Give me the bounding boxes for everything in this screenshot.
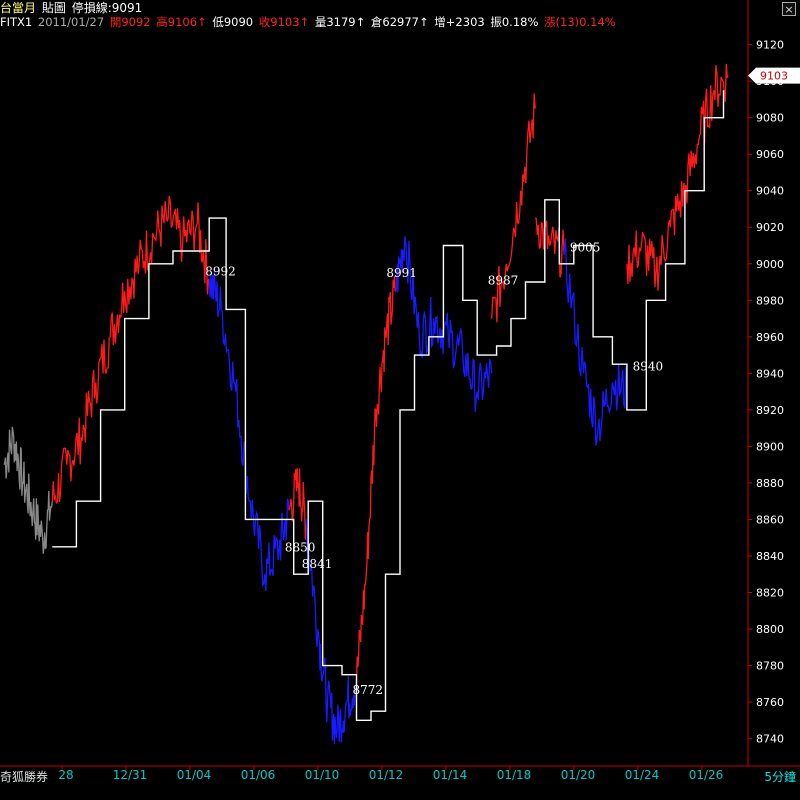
price-chart[interactable]: 8740 8760 8780 8800 8820 8840 8860 8880 8900 8920… (0, 0, 800, 800)
y-tick-label: 8900 (756, 440, 784, 453)
price-series-line (491, 93, 536, 323)
y-tick-label: 8740 (756, 733, 784, 746)
extreme-price-label: 9005 (570, 241, 601, 255)
extreme-price-label: 8841 (302, 557, 333, 571)
x-tick-label: 12/31 (113, 768, 148, 782)
price-series-line (288, 468, 307, 540)
y-tick-label: 9020 (756, 221, 784, 234)
extreme-price-label: 8991 (386, 266, 417, 280)
y-tick-label: 8940 (756, 367, 784, 380)
price-series-line (563, 238, 628, 446)
x-tick-label: 01/06 (241, 768, 276, 782)
extreme-price-label: 8772 (353, 683, 384, 697)
y-tick-label: 8800 (756, 623, 784, 636)
extreme-price-label: 8940 (633, 359, 664, 373)
x-tick-label: 28 (58, 768, 73, 782)
last-price-label: 9103 (760, 70, 788, 83)
y-tick-label: 8780 (756, 660, 784, 673)
y-tick-label: 9000 (756, 258, 784, 271)
y-tick-label: 9040 (756, 185, 784, 198)
price-series-line (3, 426, 53, 554)
y-tick-label: 8880 (756, 477, 784, 490)
y-tick-label: 8860 (756, 513, 784, 526)
y-tick-label: 8760 (756, 696, 784, 709)
x-tick-label: 01/14 (433, 768, 468, 782)
y-tick-label: 8960 (756, 331, 784, 344)
price-series-line (51, 195, 210, 505)
y-tick-label: 8840 (756, 550, 784, 563)
extreme-price-label: 8987 (488, 274, 519, 288)
period-label[interactable]: 5分鐘 (764, 768, 796, 785)
x-tick-label: 01/20 (561, 768, 596, 782)
price-series-line (208, 270, 290, 592)
price-series-line (355, 275, 396, 681)
y-tick-label: 8820 (756, 587, 784, 600)
x-tick-label: 01/24 (625, 768, 660, 782)
price-series-line (626, 64, 729, 291)
x-tick-label: 01/10 (305, 768, 340, 782)
stop-loss-line (52, 90, 725, 721)
extreme-price-label: 8992 (205, 264, 236, 278)
x-tick-label: 01/26 (689, 768, 724, 782)
x-tick-label: 01/12 (369, 768, 404, 782)
y-tick-label: 9120 (756, 39, 784, 52)
y-tick-label: 9060 (756, 148, 784, 161)
brand-label: 奇狐勝券 (0, 770, 49, 784)
y-tick-label: 8980 (756, 294, 784, 307)
y-tick-label: 9080 (756, 112, 784, 125)
x-tick-label: 01/04 (177, 768, 212, 782)
extreme-price-label: 8850 (285, 541, 316, 555)
y-tick-label: 8920 (756, 404, 784, 417)
x-tick-label: 01/18 (497, 768, 532, 782)
